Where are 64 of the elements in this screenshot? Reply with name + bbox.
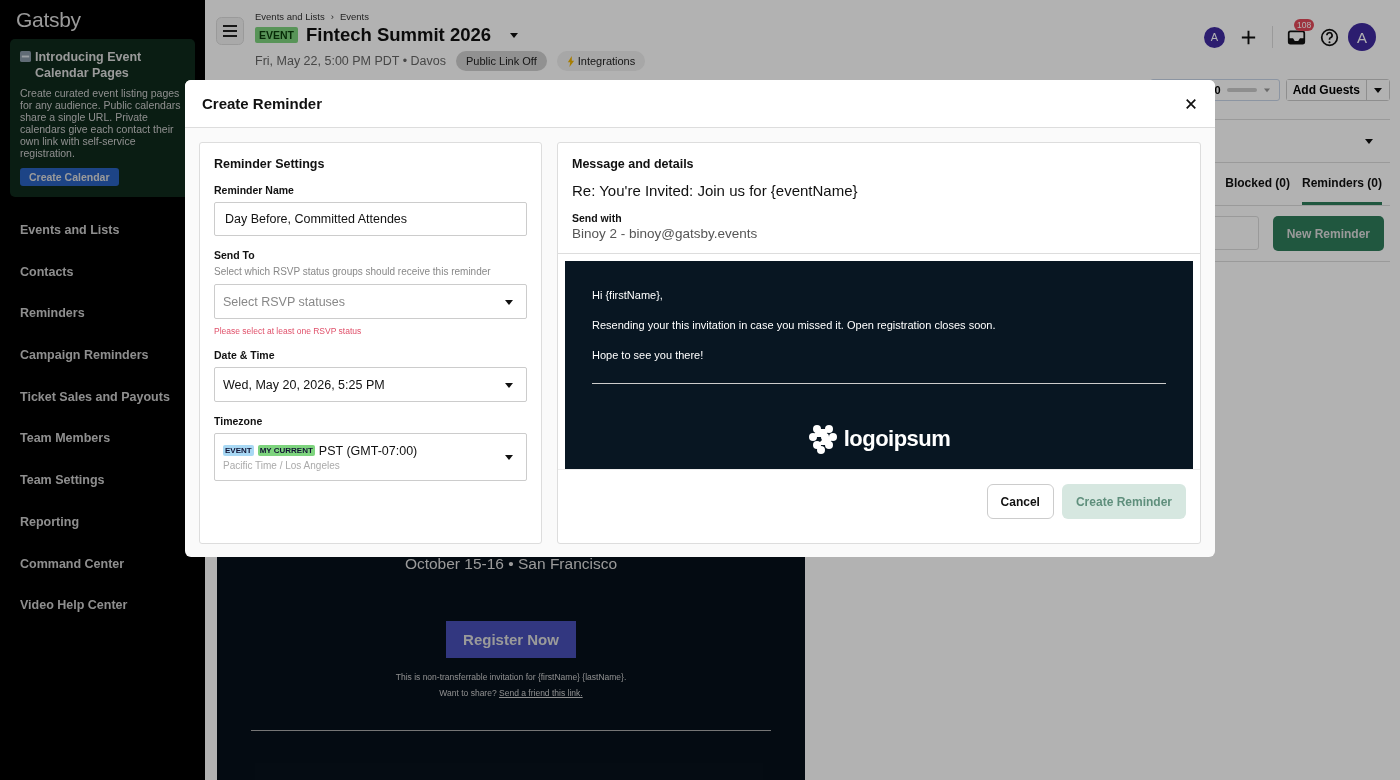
timezone-subtext: Pacific Time / Los Angeles [223,459,341,471]
logo-text: logoipsum [843,426,951,452]
menu-icon [216,17,244,45]
field-label: Date & Time [214,349,276,361]
logo-icon [807,424,838,454]
breadcrumb-separator: › [330,11,334,22]
sidebar-item[interactable]: Command Center [20,555,195,598]
event-tag: EVENT [255,27,298,43]
email-text: Hi {firstName}, [592,289,664,301]
timezone-tag: EVENT [223,445,254,456]
caret-icon [504,297,514,306]
timezone-value: PST (GMT-07:00) [318,443,418,458]
notification-badge: 108 [1294,18,1315,31]
error-text: Please select at least one RSVP status [214,326,363,336]
caret-icon [509,31,520,39]
cancel-button[interactable]: Cancel [986,484,1054,519]
caret-icon [1373,86,1383,94]
user-avatar[interactable]: A [1204,26,1225,48]
invitation-notice: This is non-transferrable invitation for {firstName} {lastName}. [395,672,627,682]
profile-avatar[interactable]: A [1348,23,1376,51]
card-heading: Message and details [572,157,695,171]
close-icon [1185,97,1197,110]
add-guests-button[interactable]: Add Guests [1286,80,1367,100]
register-now-button[interactable]: Register Now [446,621,576,658]
breadcrumb-link[interactable]: Events and Lists [255,11,325,22]
integrations-button[interactable]: Integrations [556,51,646,71]
timezone-select[interactable]: EVENT MY CURRENT PST (GMT-07:00) Pacific Time / Los Angeles [214,433,527,481]
send-friend-link[interactable]: Send a friend this link. [499,688,583,698]
sender-text: Binoy 2 - binoy@gatsby.events [572,226,759,241]
slider-track [1226,88,1257,92]
field-label: Timezone [214,415,264,427]
reminder-name-field[interactable]: Day Before, Committed Attendes [214,202,527,236]
breadcrumb-link[interactable]: Events [339,11,369,22]
caret-icon [504,453,514,461]
event-meta: Fri, May 22, 5:00 PM PDT • Davos [255,54,446,68]
promo-title: Introducing Event Calendar Pages [35,49,143,81]
email-text: Hope to see you there! [592,349,705,361]
caret-icon [1364,137,1374,145]
modal-title: Create Reminder [202,95,323,112]
rsvp-select[interactable]: Select RSVP statuses [214,284,527,319]
create-calendar-button[interactable]: Create Calendar [20,168,119,186]
tab[interactable]: Reminders (0) [1301,176,1382,205]
caret-icon [1262,87,1271,93]
email-text: Resending your this invitation in case you missed it. Open registration closes soon. [592,319,997,331]
app-logo: Gatsby [15,8,82,33]
help-text: Select which RSVP status groups should receive this reminder [214,266,492,277]
help-icon [1320,27,1339,47]
email-subject: Re: You're Invited: Join us for {eventName} [572,182,859,199]
new-badge-icon [20,51,31,62]
field-label: Reminder Name [214,184,295,196]
card-heading: Reminder Settings [214,157,326,171]
caret-icon [504,380,514,389]
timezone-tag: MY CURRENT [257,445,315,456]
sidebar-item[interactable]: Video Help Center [20,597,195,639]
tab[interactable]: Blocked (0) [1225,176,1290,205]
lightning-icon [566,55,575,67]
field-label: Send To [214,249,256,261]
field-label: Send with [572,212,623,224]
share-text: Want to share? [439,688,498,698]
public-link-button[interactable]: Public Link Off [456,51,547,71]
date-time-select[interactable]: Wed, May 20, 2026, 5:25 PM [214,367,527,402]
event-date-line: October 15-16 • San Francisco [404,555,618,573]
promo-text: Create curated event listing pages for any audience. Public calendars share a single URL. Private calendars give each contact their own link with self-service registration. [20,87,182,159]
event-title: Fintech Summit 2026 [306,24,492,46]
